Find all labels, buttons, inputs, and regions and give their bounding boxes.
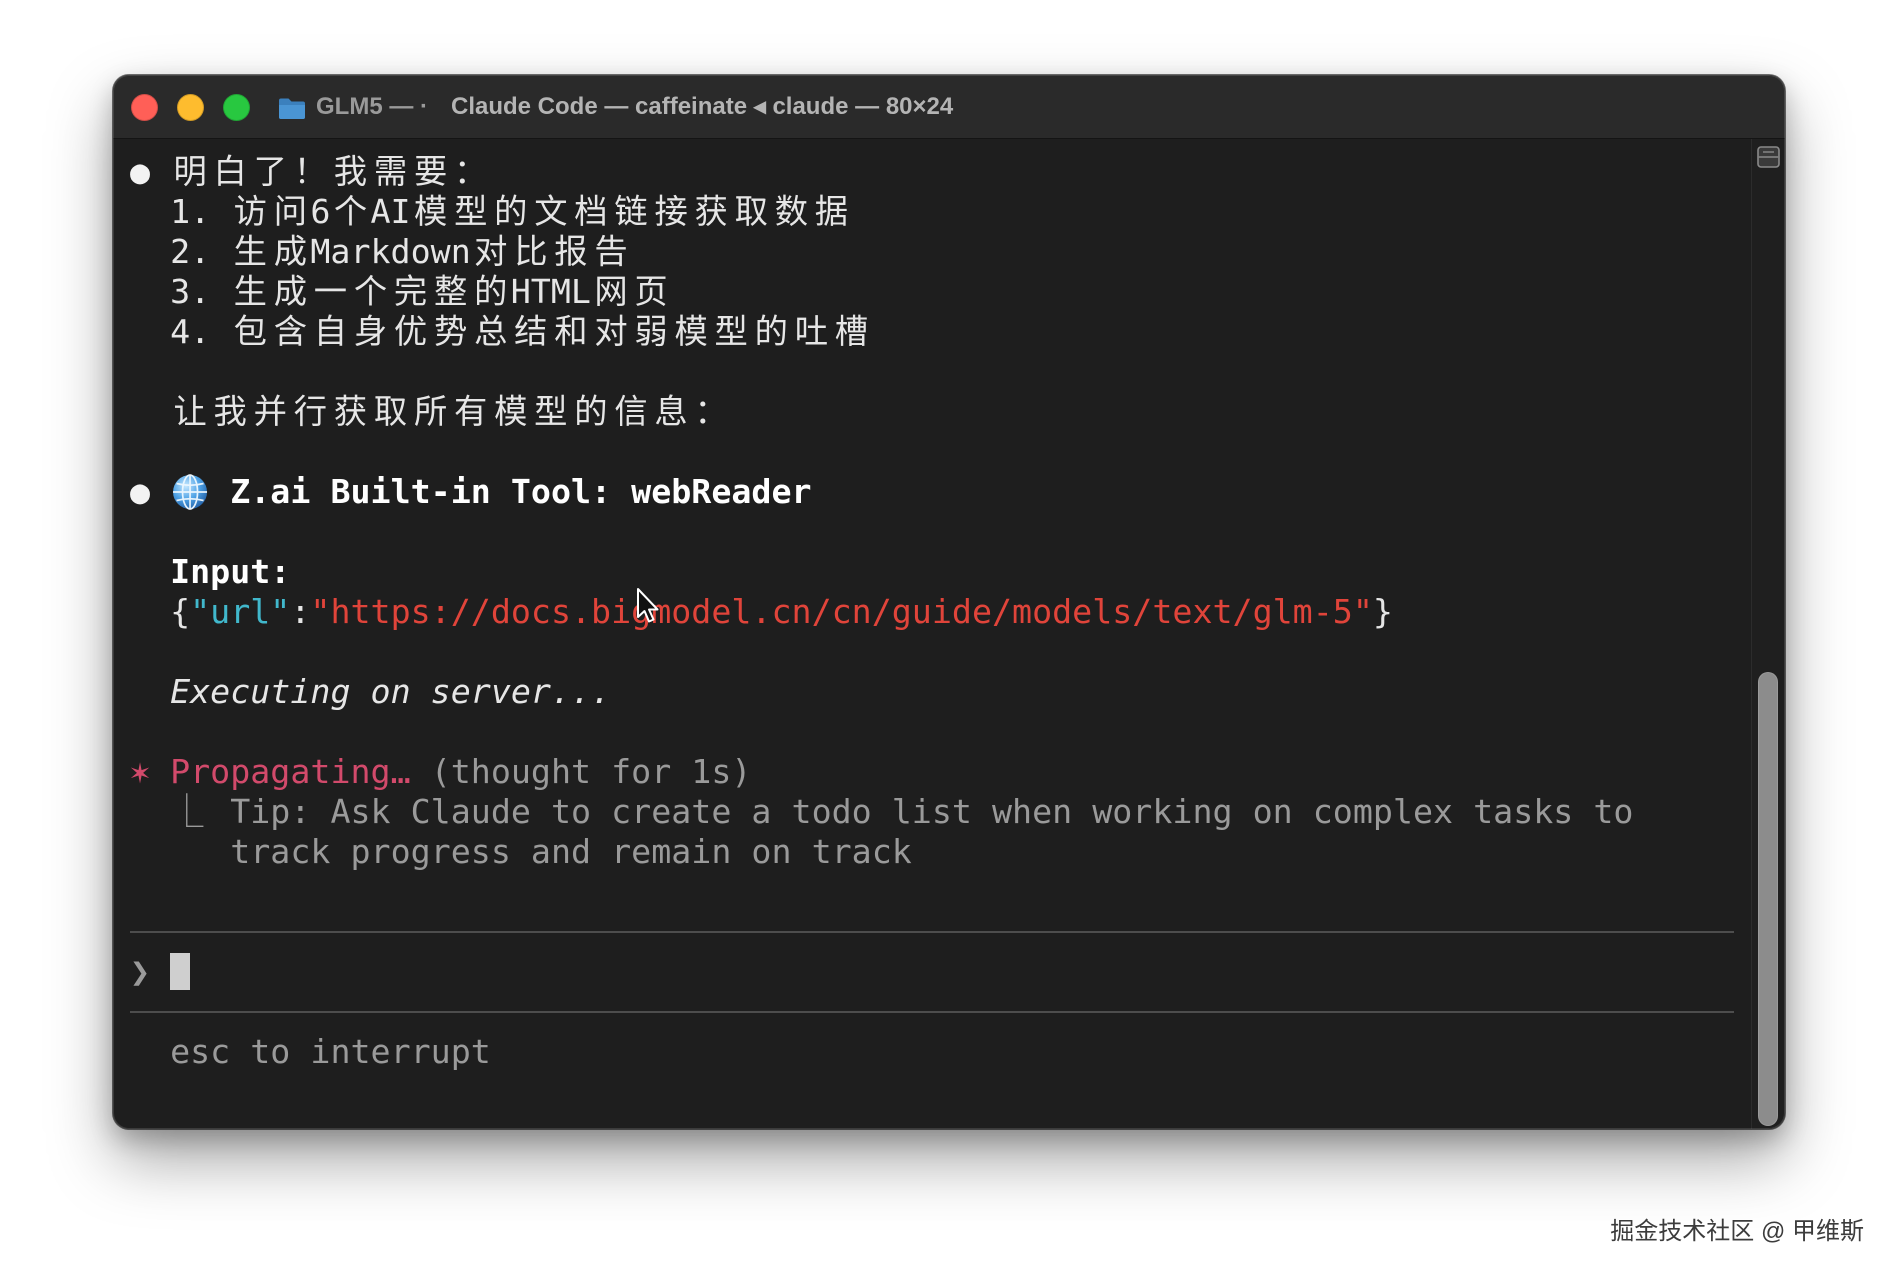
- spinner-verb: Propagating…: [170, 752, 411, 791]
- globe-icon: [170, 472, 210, 512]
- terminal-content[interactable]: ● 明白了！我需要： 1. 访问 6 个 AI 模型的文档链接获取数据 2. 生成 Mar…: [130, 152, 1750, 1112]
- list-item: 1. 访问 6 个 AI 模型的文档链接获取数据: [170, 192, 849, 231]
- watermark: 掘金技术社区 @ 甲维斯: [1610, 1218, 1864, 1245]
- message-followup: 让我并行获取所有模型的信息：: [173, 392, 728, 431]
- zoom-button[interactable]: [223, 94, 250, 121]
- json-url-value: "https://docs.bigmodel.cn/cn/guide/model…: [310, 592, 1373, 631]
- prompt-bottom-divider: [130, 1011, 1734, 1013]
- split-pane-icon: [1757, 146, 1780, 168]
- json-close-brace: }: [1372, 592, 1393, 631]
- split-pane-button[interactable]: [1755, 143, 1782, 171]
- tool-status: Executing on server...: [170, 672, 612, 711]
- window-title: Claude Code — caffeinate ◂ claude — 80×2…: [451, 93, 954, 120]
- text-cursor: [170, 953, 191, 990]
- prompt-top-divider: [130, 931, 1734, 933]
- title-directory: GLM5 — ·: [316, 93, 428, 120]
- spinner-status: Propagating… (thought for 1s): [170, 752, 751, 792]
- scrollbar-thumb[interactable]: [1758, 672, 1778, 1126]
- json-colon: :: [290, 592, 311, 631]
- message-heading: 明白了！我需要：: [173, 152, 488, 191]
- mouse-pointer-icon: [636, 587, 660, 625]
- interrupt-hint: esc to interrupt: [170, 1032, 491, 1071]
- tool-input-json: {"url":"https://docs.bigmodel.cn/cn/guid…: [170, 592, 1393, 632]
- prompt-input[interactable]: [170, 952, 191, 992]
- folder-icon: [278, 96, 306, 120]
- minimize-button[interactable]: [177, 94, 204, 121]
- tool-call-title: Z.ai Built-in Tool: webReader: [230, 472, 812, 511]
- tip-marker: ⎿: [170, 792, 204, 831]
- list-item: 2. 生成 Markdown 对比报告: [170, 232, 628, 271]
- terminal-window: GLM5 — · Claude Code — caffeinate ◂ clau…: [113, 75, 1785, 1129]
- vertical-scrollbar[interactable]: [1751, 139, 1785, 1129]
- list-item: 4. 包含自身优势总结和对弱模型的吐槽: [170, 312, 869, 351]
- tool-input-label: Input:: [170, 552, 291, 591]
- spinner-detail: (thought for 1s): [430, 752, 752, 791]
- tip-line: Tip: Ask Claude to create a todo list wh…: [230, 792, 1634, 831]
- json-key: "url": [190, 592, 291, 631]
- tool-call-bullet: ●: [130, 472, 151, 511]
- close-button[interactable]: [131, 94, 158, 121]
- prompt-chevron-icon: ❯: [130, 952, 151, 991]
- json-open-brace: {: [170, 592, 191, 631]
- list-item: 3. 生成一个完整的 HTML 网页: [170, 272, 668, 311]
- message-bullet: ●: [130, 152, 151, 191]
- spinner-icon: ✶: [130, 752, 151, 791]
- title-bar[interactable]: GLM5 — · Claude Code — caffeinate ◂ clau…: [113, 75, 1785, 139]
- tip-line: track progress and remain on track: [230, 832, 912, 871]
